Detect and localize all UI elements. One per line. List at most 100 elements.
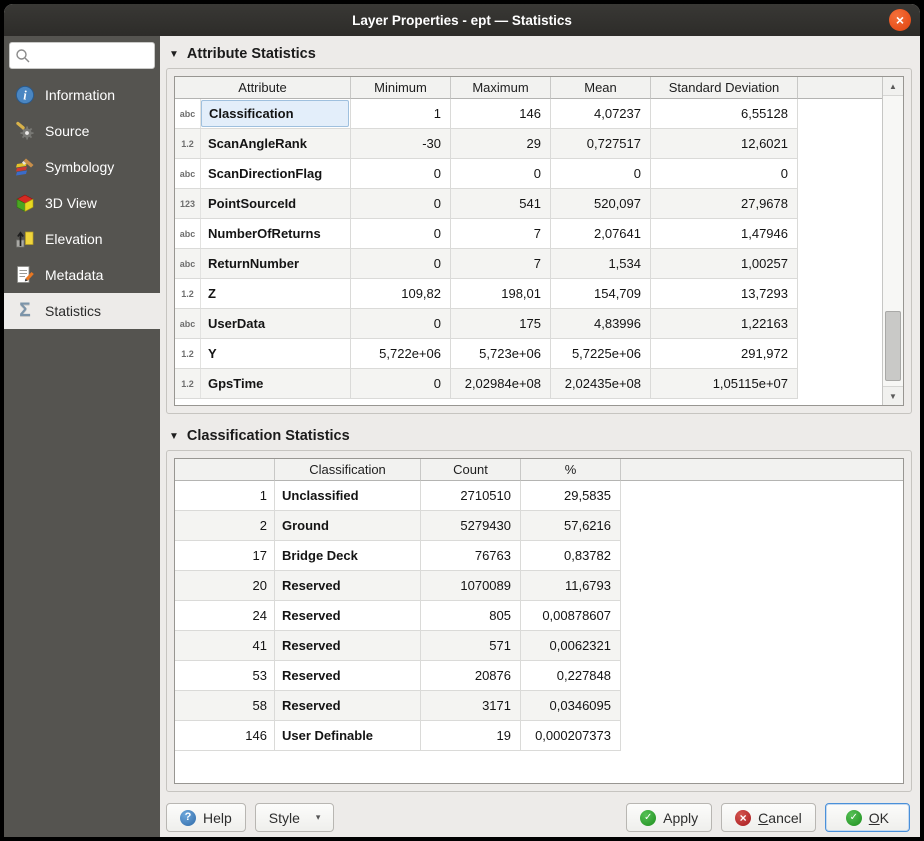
minimum-cell[interactable]: 0 <box>351 219 451 249</box>
minimum-cell[interactable]: 0 <box>351 189 451 219</box>
attribute-table-row[interactable]: abc NumberOfReturns 0 7 2,07641 1,47946 <box>175 219 882 249</box>
class-name-cell[interactable]: Reserved <box>275 601 421 631</box>
column-header-id[interactable] <box>175 459 275 481</box>
stddev-cell[interactable]: 6,55128 <box>651 99 798 129</box>
mean-cell[interactable]: 0 <box>551 159 651 189</box>
class-name-cell[interactable]: Bridge Deck <box>275 541 421 571</box>
titlebar[interactable]: Layer Properties - ept — Statistics × <box>4 4 920 36</box>
maximum-cell[interactable]: 146 <box>451 99 551 129</box>
percent-cell[interactable]: 57,6216 <box>521 511 621 541</box>
stddev-cell[interactable]: 1,22163 <box>651 309 798 339</box>
sidebar-item-metadata[interactable]: Metadata <box>4 257 160 293</box>
class-id-cell[interactable]: 58 <box>175 691 275 721</box>
collapse-triangle-icon[interactable]: ▼ <box>169 431 179 442</box>
minimum-cell[interactable]: 0 <box>351 369 451 399</box>
column-header-stddev[interactable]: Standard Deviation <box>651 77 798 99</box>
column-header-attribute[interactable]: Attribute <box>175 77 351 99</box>
class-name-cell[interactable]: Reserved <box>275 661 421 691</box>
stddev-cell[interactable]: 1,05115e+07 <box>651 369 798 399</box>
attribute-table-row[interactable]: 1.2 Z 109,82 198,01 154,709 13,7293 <box>175 279 882 309</box>
maximum-cell[interactable]: 7 <box>451 249 551 279</box>
maximum-cell[interactable]: 175 <box>451 309 551 339</box>
maximum-cell[interactable]: 5,723e+06 <box>451 339 551 369</box>
sidebar-item-information[interactable]: i Information <box>4 77 160 113</box>
attribute-table-row[interactable]: 123 PointSourceId 0 541 520,097 27,9678 <box>175 189 882 219</box>
attribute-name-cell[interactable]: Z <box>201 279 350 308</box>
percent-cell[interactable]: 0,0346095 <box>521 691 621 721</box>
count-cell[interactable]: 3171 <box>421 691 521 721</box>
stddev-cell[interactable]: 291,972 <box>651 339 798 369</box>
attribute-table-row[interactable]: abc ReturnNumber 0 7 1,534 1,00257 <box>175 249 882 279</box>
class-name-cell[interactable]: User Definable <box>275 721 421 751</box>
maximum-cell[interactable]: 2,02984e+08 <box>451 369 551 399</box>
attribute-statistics-header[interactable]: ▼ Attribute Statistics <box>166 44 912 68</box>
attribute-table-row[interactable]: abc UserData 0 175 4,83996 1,22163 <box>175 309 882 339</box>
count-cell[interactable]: 19 <box>421 721 521 751</box>
count-cell[interactable]: 2710510 <box>421 481 521 511</box>
close-icon[interactable]: × <box>889 9 911 31</box>
classification-table-row[interactable]: 17 Bridge Deck 76763 0,83782 <box>175 541 903 571</box>
percent-cell[interactable]: 0,0062321 <box>521 631 621 661</box>
stddev-cell[interactable]: 1,47946 <box>651 219 798 249</box>
cancel-button[interactable]: × Cancel <box>721 803 816 832</box>
mean-cell[interactable]: 5,7225e+06 <box>551 339 651 369</box>
style-button[interactable]: Style ▾ <box>255 803 335 832</box>
attribute-name-cell[interactable]: GpsTime <box>201 369 350 398</box>
class-id-cell[interactable]: 24 <box>175 601 275 631</box>
column-header-maximum[interactable]: Maximum <box>451 77 551 99</box>
count-cell[interactable]: 805 <box>421 601 521 631</box>
percent-cell[interactable]: 0,83782 <box>521 541 621 571</box>
maximum-cell[interactable]: 7 <box>451 219 551 249</box>
sidebar-item-statistics[interactable]: Σ Statistics <box>4 293 160 329</box>
column-header-classification[interactable]: Classification <box>275 459 421 481</box>
apply-button[interactable]: ✓ Apply <box>626 803 712 832</box>
attribute-table-row[interactable]: abc ScanDirectionFlag 0 0 0 0 <box>175 159 882 189</box>
ok-button[interactable]: ✓ OK <box>825 803 910 832</box>
attribute-name-cell[interactable]: PointSourceId <box>201 189 350 218</box>
attribute-name-cell[interactable]: ScanAngleRank <box>201 129 350 158</box>
column-header-count[interactable]: Count <box>421 459 521 481</box>
class-id-cell[interactable]: 41 <box>175 631 275 661</box>
maximum-cell[interactable]: 541 <box>451 189 551 219</box>
scroll-down-icon[interactable]: ▼ <box>883 386 903 405</box>
scrollbar-thumb[interactable] <box>885 311 901 381</box>
stddev-cell[interactable]: 12,6021 <box>651 129 798 159</box>
stddev-cell[interactable]: 1,00257 <box>651 249 798 279</box>
classification-table-row[interactable]: 53 Reserved 20876 0,227848 <box>175 661 903 691</box>
minimum-cell[interactable]: 1 <box>351 99 451 129</box>
count-cell[interactable]: 5279430 <box>421 511 521 541</box>
mean-cell[interactable]: 154,709 <box>551 279 651 309</box>
attribute-table-row[interactable]: 1.2 ScanAngleRank -30 29 0,727517 12,602… <box>175 129 882 159</box>
attribute-name-cell[interactable]: Classification <box>201 100 349 127</box>
class-id-cell[interactable]: 20 <box>175 571 275 601</box>
percent-cell[interactable]: 0,00878607 <box>521 601 621 631</box>
class-name-cell[interactable]: Ground <box>275 511 421 541</box>
maximum-cell[interactable]: 0 <box>451 159 551 189</box>
class-name-cell[interactable]: Reserved <box>275 691 421 721</box>
minimum-cell[interactable]: -30 <box>351 129 451 159</box>
maximum-cell[interactable]: 29 <box>451 129 551 159</box>
minimum-cell[interactable]: 0 <box>351 159 451 189</box>
classification-table-row[interactable]: 24 Reserved 805 0,00878607 <box>175 601 903 631</box>
sidebar-item-source[interactable]: Source <box>4 113 160 149</box>
mean-cell[interactable]: 520,097 <box>551 189 651 219</box>
stddev-cell[interactable]: 13,7293 <box>651 279 798 309</box>
classification-statistics-header[interactable]: ▼ Classification Statistics <box>166 426 912 450</box>
class-id-cell[interactable]: 2 <box>175 511 275 541</box>
help-button[interactable]: ? Help <box>166 803 246 832</box>
attribute-name-cell[interactable]: UserData <box>201 309 350 338</box>
count-cell[interactable]: 1070089 <box>421 571 521 601</box>
class-id-cell[interactable]: 1 <box>175 481 275 511</box>
minimum-cell[interactable]: 0 <box>351 309 451 339</box>
class-name-cell[interactable]: Reserved <box>275 571 421 601</box>
classification-table-row[interactable]: 1 Unclassified 2710510 29,5835 <box>175 481 903 511</box>
classification-table-row[interactable]: 58 Reserved 3171 0,0346095 <box>175 691 903 721</box>
sidebar-item-elevation[interactable]: Elevation <box>4 221 160 257</box>
classification-table-row[interactable]: 20 Reserved 1070089 11,6793 <box>175 571 903 601</box>
classification-table-row[interactable]: 41 Reserved 571 0,0062321 <box>175 631 903 661</box>
class-id-cell[interactable]: 17 <box>175 541 275 571</box>
classification-table-row[interactable]: 146 User Definable 19 0,000207373 <box>175 721 903 751</box>
mean-cell[interactable]: 4,83996 <box>551 309 651 339</box>
mean-cell[interactable]: 0,727517 <box>551 129 651 159</box>
attribute-name-cell[interactable]: NumberOfReturns <box>201 219 350 248</box>
